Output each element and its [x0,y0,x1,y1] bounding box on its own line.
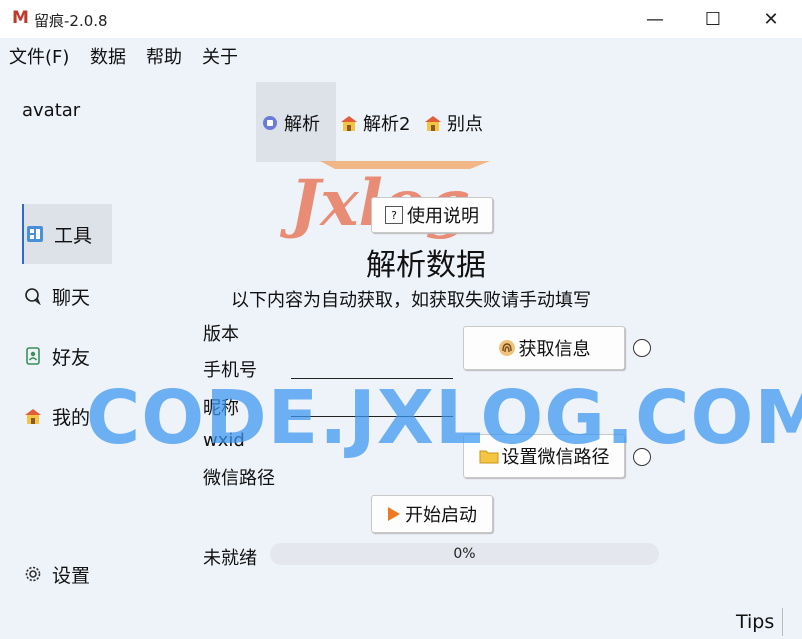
instruction-text: 以下内容为自动获取，如获取失败请手动填写 [231,290,591,311]
help-button[interactable]: ? 使用说明 [371,197,493,233]
minimize-button[interactable]: — [626,0,684,38]
status-bar-separator [782,608,783,636]
house-icon [423,113,443,133]
avatar[interactable]: avatar [22,100,80,121]
sidebar-item-friends[interactable]: 好友 [22,326,110,386]
set-path-label: 设置微信路径 [501,447,610,468]
menu-help[interactable]: 帮助 [146,43,182,69]
chat-icon [22,285,44,307]
sidebar-item-label: 聊天 [52,286,91,309]
tools-icon [24,223,46,245]
sidebar-item-chat[interactable]: 聊天 [22,266,110,326]
play-icon [387,506,401,522]
menu-data[interactable]: 数据 [90,43,126,69]
wxid-label: wxid [203,430,245,451]
sidebar-item-label: 设置 [52,564,91,587]
sidebar-item-label: 工具 [54,224,93,247]
contacts-icon [22,345,44,367]
get-info-radio[interactable] [633,339,651,357]
get-info-label: 获取信息 [518,339,591,360]
set-wechat-path-button[interactable]: 设置微信路径 [463,434,625,478]
get-info-button[interactable]: 获取信息 [463,326,625,370]
fingerprint-icon [498,339,516,357]
sidebar-item-label: 好友 [52,346,91,369]
help-icon: ? [385,206,403,224]
status-label: 未就绪 [203,548,257,569]
progress-bar: 0% [270,543,659,565]
tab-label: 别点 [447,114,483,135]
tab-parse2[interactable]: 解析2 [339,110,410,136]
tab-parse[interactable]: 解析 [260,110,320,136]
window-title: 留痕-2.0.8 [34,12,108,30]
sidebar-item-settings[interactable]: 设置 [22,544,110,604]
home-icon [22,405,44,427]
progress-text: 0% [453,546,476,562]
menu-about[interactable]: 关于 [202,43,238,69]
folder-icon [479,448,499,464]
start-button[interactable]: 开始启动 [371,495,493,533]
help-button-label: 使用说明 [407,206,479,227]
tips-button[interactable]: Tips [736,611,774,633]
start-label: 开始启动 [405,505,477,526]
parse-icon [260,113,280,133]
nickname-label: 昵称 [203,398,239,419]
wechat-path-label: 微信路径 [203,468,275,489]
close-button[interactable]: ✕ [742,0,800,38]
house-icon [339,113,359,133]
gear-icon [22,563,44,585]
version-label: 版本 [203,324,239,345]
wechat-path-radio[interactable] [633,448,651,466]
nickname-input[interactable] [291,396,453,417]
page-title: 解析数据 [366,248,486,283]
tab-label: 解析 [284,114,320,135]
tab-label: 解析2 [363,114,411,135]
sidebar-item-label: 我的 [52,406,91,429]
sidebar-item-mine[interactable]: 我的 [22,386,110,446]
maximize-button[interactable]: ☐ [684,0,742,38]
menu-file[interactable]: 文件(F) [9,43,69,69]
app-logo-icon: M [12,8,29,28]
phone-input[interactable] [291,358,453,379]
sidebar-item-tools[interactable]: 工具 [22,204,112,264]
phone-label: 手机号 [203,360,257,381]
tab-dont-click[interactable]: 别点 [423,110,483,136]
watermark-banner: CODE.JXLOG.COM [86,375,802,461]
